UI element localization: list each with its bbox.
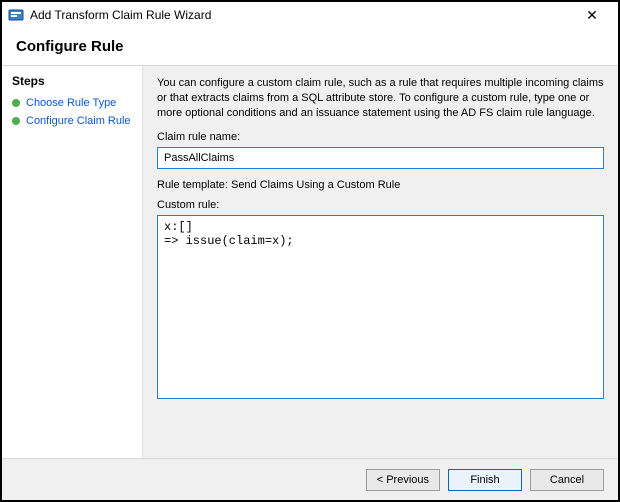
rule-template-label: Rule template: Send Claims Using a Custo… [157, 179, 604, 191]
close-icon: ✕ [586, 7, 598, 24]
step-label: Choose Rule Type [26, 97, 116, 109]
finish-button[interactable]: Finish [448, 469, 522, 491]
title-bar: Add Transform Claim Rule Wizard ✕ [2, 2, 618, 28]
content-pane: You can configure a custom claim rule, s… [142, 66, 618, 464]
steps-sidebar: Steps Choose Rule Type Configure Claim R… [2, 66, 142, 464]
bullet-icon [12, 117, 20, 125]
window-title: Add Transform Claim Rule Wizard [30, 8, 211, 22]
wizard-body: Steps Choose Rule Type Configure Claim R… [2, 66, 618, 464]
bullet-icon [12, 99, 20, 107]
description-text: You can configure a custom claim rule, s… [157, 76, 604, 121]
page-title: Configure Rule [16, 38, 604, 55]
close-button[interactable]: ✕ [572, 4, 612, 26]
wizard-header: Configure Rule [2, 28, 618, 65]
step-label: Configure Claim Rule [26, 115, 131, 127]
claim-rule-name-label: Claim rule name: [157, 131, 604, 143]
cancel-button[interactable]: Cancel [530, 469, 604, 491]
step-configure-claim-rule[interactable]: Configure Claim Rule [12, 112, 132, 130]
steps-title: Steps [12, 74, 132, 88]
app-icon [8, 7, 24, 23]
claim-rule-name-input[interactable] [157, 147, 604, 169]
wizard-footer: < Previous Finish Cancel [2, 458, 618, 500]
step-choose-rule-type[interactable]: Choose Rule Type [12, 94, 132, 112]
custom-rule-label: Custom rule: [157, 199, 604, 211]
custom-rule-textarea[interactable] [157, 215, 604, 399]
previous-button[interactable]: < Previous [366, 469, 440, 491]
